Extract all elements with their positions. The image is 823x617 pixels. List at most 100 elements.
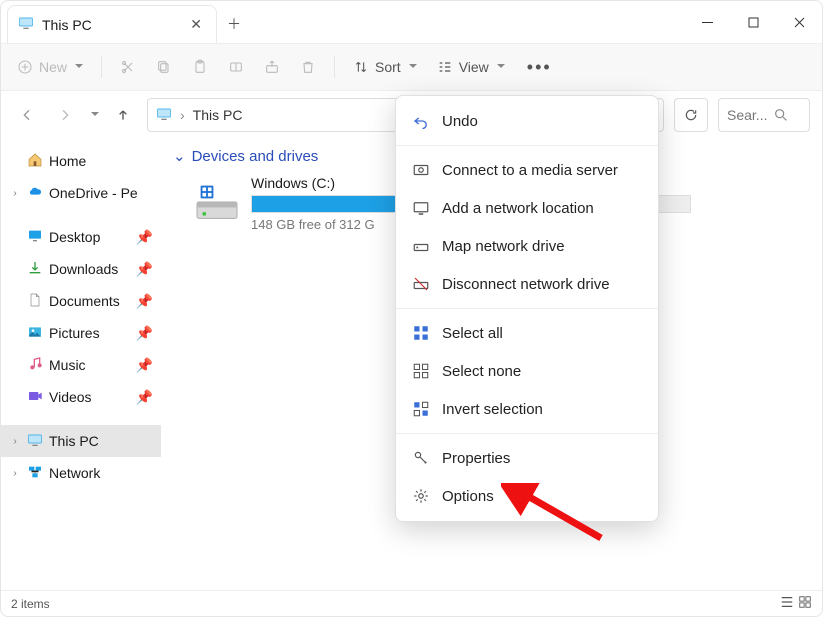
refresh-button[interactable] <box>674 98 708 132</box>
sidebar-item-documents[interactable]: Documents 📌 <box>1 285 161 317</box>
undo-icon <box>412 112 430 130</box>
up-button[interactable] <box>109 101 137 129</box>
pin-icon: 📌 <box>136 389 153 406</box>
sidebar-item-pictures[interactable]: Pictures 📌 <box>1 317 161 349</box>
documents-icon <box>27 292 43 311</box>
menu-properties[interactable]: Properties <box>396 439 658 477</box>
menu-options[interactable]: Options <box>396 477 658 515</box>
window-tab[interactable]: This PC ✕ <box>7 5 217 43</box>
new-button[interactable]: New <box>9 53 91 81</box>
menu-item-label: Add a network location <box>442 200 594 217</box>
menu-connect-media-server[interactable]: Connect to a media server <box>396 151 658 189</box>
view-tiles-button[interactable] <box>794 595 812 612</box>
collapse-icon: ⌄ <box>173 147 186 165</box>
menu-undo[interactable]: Undo <box>396 102 658 140</box>
expand-icon[interactable]: › <box>9 468 21 479</box>
menu-separator <box>396 145 658 146</box>
sidebar-item-label: OneDrive - Pe <box>49 185 138 201</box>
menu-disconnect-network-drive[interactable]: Disconnect network drive <box>396 265 658 303</box>
menu-item-label: Disconnect network drive <box>442 276 610 293</box>
this-pc-icon <box>156 106 172 125</box>
search-placeholder: Sear... <box>727 107 767 123</box>
copy-button[interactable] <box>148 53 180 81</box>
history-dropdown[interactable] <box>89 107 99 123</box>
sidebar-item-network[interactable]: › Network <box>1 457 161 489</box>
group-header-label: Devices and drives <box>192 148 319 165</box>
pin-icon: 📌 <box>136 293 153 310</box>
back-button[interactable] <box>13 101 41 129</box>
new-tab-button[interactable]: ＋ <box>217 5 251 43</box>
menu-item-label: Properties <box>442 450 510 467</box>
this-pc-icon <box>18 15 34 34</box>
address-location: This PC <box>193 107 243 123</box>
sidebar-item-this-pc[interactable]: › This PC <box>1 425 161 457</box>
pin-icon: 📌 <box>136 229 153 246</box>
music-icon <box>27 356 43 375</box>
map-drive-icon <box>412 237 430 255</box>
navigation-sidebar: Home › OneDrive - Pe Desktop 📌 Downloads… <box>1 139 161 590</box>
menu-item-label: Select all <box>442 325 503 342</box>
downloads-icon <box>27 260 43 279</box>
menu-add-network-location[interactable]: Add a network location <box>396 189 658 227</box>
status-item-count: 2 items <box>11 597 50 611</box>
rename-button[interactable] <box>220 53 252 81</box>
search-icon <box>773 107 789 123</box>
menu-item-label: Undo <box>442 113 478 130</box>
more-context-menu: Undo Connect to a media server Add a net… <box>395 95 659 522</box>
view-button[interactable]: View <box>429 53 513 81</box>
sidebar-item-home[interactable]: Home <box>1 145 161 177</box>
expand-icon[interactable]: › <box>9 188 21 199</box>
menu-item-label: Connect to a media server <box>442 162 618 179</box>
invert-selection-icon <box>412 400 430 418</box>
videos-icon <box>27 388 43 407</box>
sidebar-item-onedrive[interactable]: › OneDrive - Pe <box>1 177 161 209</box>
sidebar-item-label: Home <box>49 153 86 169</box>
sidebar-item-music[interactable]: Music 📌 <box>1 349 161 381</box>
menu-item-label: Options <box>442 488 494 505</box>
sidebar-item-label: This PC <box>49 433 99 449</box>
sort-button-label: Sort <box>375 59 401 75</box>
network-location-icon <box>412 199 430 217</box>
select-none-icon <box>412 362 430 380</box>
pin-icon: 📌 <box>136 261 153 278</box>
menu-select-all[interactable]: Select all <box>396 314 658 352</box>
home-icon <box>27 152 43 171</box>
delete-button[interactable] <box>292 53 324 81</box>
menu-separator <box>396 433 658 434</box>
sidebar-item-label: Desktop <box>49 229 100 245</box>
forward-button[interactable] <box>51 101 79 129</box>
close-tab-icon[interactable]: ✕ <box>190 16 202 33</box>
close-window-button[interactable] <box>776 1 822 43</box>
paste-button[interactable] <box>184 53 216 81</box>
menu-map-network-drive[interactable]: Map network drive <box>396 227 658 265</box>
sidebar-item-desktop[interactable]: Desktop 📌 <box>1 221 161 253</box>
menu-separator <box>396 308 658 309</box>
toolbar-separator <box>101 56 102 78</box>
menu-item-label: Map network drive <box>442 238 565 255</box>
search-box[interactable]: Sear... <box>718 98 810 132</box>
minimize-button[interactable] <box>684 1 730 43</box>
cut-button[interactable] <box>112 53 144 81</box>
sidebar-item-label: Pictures <box>49 325 100 341</box>
sidebar-item-label: Downloads <box>49 261 118 277</box>
breadcrumb-separator: › <box>180 107 185 123</box>
share-button[interactable] <box>256 53 288 81</box>
view-button-label: View <box>459 59 489 75</box>
this-pc-icon <box>27 432 43 451</box>
menu-invert-selection[interactable]: Invert selection <box>396 390 658 428</box>
sidebar-item-label: Videos <box>49 389 92 405</box>
select-all-icon <box>412 324 430 342</box>
menu-item-label: Select none <box>442 363 521 380</box>
sidebar-item-label: Music <box>49 357 86 373</box>
maximize-button[interactable] <box>730 1 776 43</box>
sidebar-item-label: Network <box>49 465 100 481</box>
sidebar-item-downloads[interactable]: Downloads 📌 <box>1 253 161 285</box>
pin-icon: 📌 <box>136 357 153 374</box>
view-details-button[interactable] <box>776 595 794 612</box>
drive-icon <box>195 182 239 225</box>
menu-select-none[interactable]: Select none <box>396 352 658 390</box>
pin-icon: 📌 <box>136 325 153 342</box>
expand-icon[interactable]: › <box>9 436 21 447</box>
sidebar-item-videos[interactable]: Videos 📌 <box>1 381 161 413</box>
sort-button[interactable]: Sort <box>345 53 425 81</box>
